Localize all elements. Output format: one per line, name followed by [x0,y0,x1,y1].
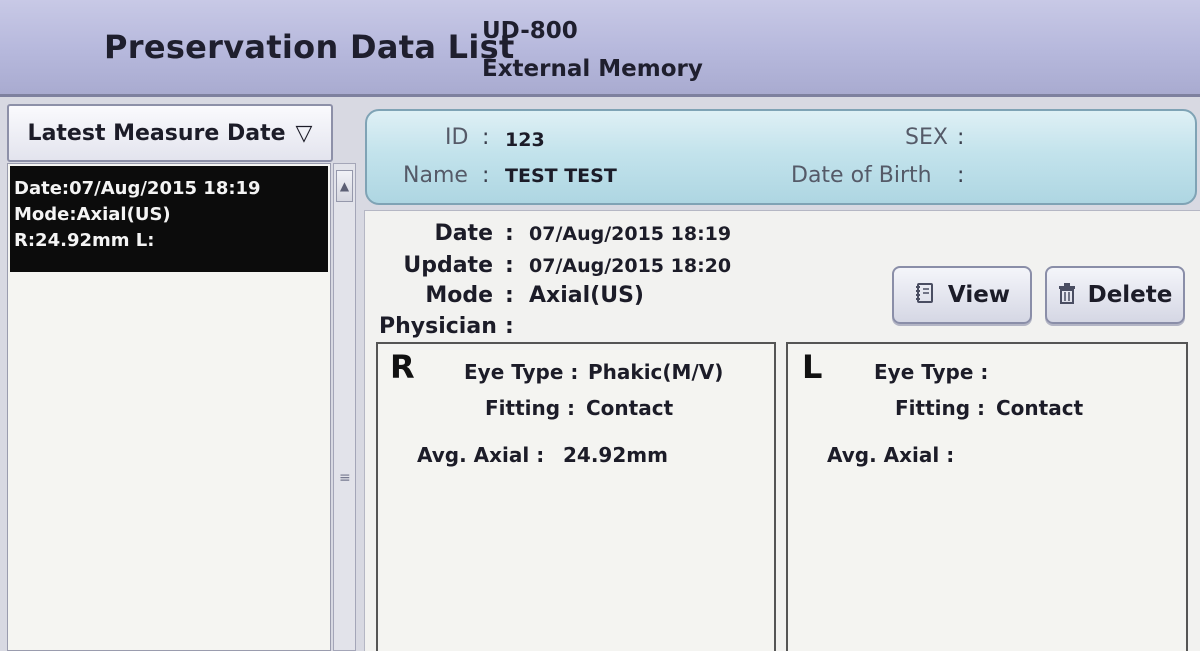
date-label: Date [434,221,493,246]
trash-icon [1058,282,1076,309]
mode-label: Mode [425,283,493,308]
delete-button[interactable]: Delete [1045,266,1185,324]
left-eye-panel: L Eye Type : Fitting : Contact Avg. Axia… [786,342,1188,651]
right-eye-type-value: Phakic(M/V) [588,360,724,384]
left-axial-label: Avg. Axial : [827,443,955,467]
scroll-up-icon[interactable]: ▲ [336,170,353,202]
physician-colon: : [505,314,514,339]
dropdown-arrow-icon: ▽ [295,120,313,146]
list-item[interactable]: Date:07/Aug/2015 18:19 Mode:Axial(US) R:… [10,166,328,272]
sort-label: Latest Measure Date [27,120,286,146]
update-value: 07/Aug/2015 18:20 [529,255,732,277]
record-list: Date:07/Aug/2015 18:19 Mode:Axial(US) R:… [7,163,331,651]
right-axial-value: 24.92mm [563,443,668,467]
list-scrollbar[interactable]: ▲ ≡ [333,163,356,651]
sex-colon: : [957,125,965,150]
view-button[interactable]: View [892,266,1032,324]
mode-colon: : [505,283,514,308]
right-fitting-value: Contact [586,396,674,420]
id-colon: : [482,125,490,150]
left-eye-type-label: Eye Type : [874,360,989,384]
name-value: TEST TEST [505,165,617,187]
sort-dropdown[interactable]: Latest Measure Date ▽ [7,104,333,162]
right-eye-letter: R [390,348,415,386]
right-fitting-label: Fitting : [485,396,576,420]
id-value: 123 [505,129,545,151]
left-fitting-value: Contact [996,396,1084,420]
list-item-values: R:24.92mm L: [14,230,155,251]
dob-colon: : [957,163,965,188]
left-fitting-label: Fitting : [895,396,986,420]
update-colon: : [505,253,514,278]
left-eye-letter: L [802,348,823,386]
storage-location: External Memory [482,56,703,82]
physician-label: Physician [379,314,497,339]
date-value: 07/Aug/2015 18:19 [529,223,732,245]
name-colon: : [482,163,490,188]
scroll-grip-icon[interactable]: ≡ [339,471,351,500]
device-model: UD-800 [482,18,578,44]
update-label: Update [403,253,493,278]
delete-button-label: Delete [1087,282,1173,308]
id-label: ID [445,125,469,150]
sex-label: SEX [905,125,948,150]
title-bar: Preservation Data List UD-800 External M… [0,0,1200,97]
page-title: Preservation Data List [104,28,515,66]
name-label: Name [403,163,468,188]
list-item-date: Date:07/Aug/2015 18:19 [14,178,261,199]
view-button-label: View [947,282,1011,308]
list-item-mode: Mode:Axial(US) [14,204,171,225]
right-eye-type-label: Eye Type : [464,360,579,384]
right-eye-panel: R Eye Type : Phakic(M/V) Fitting : Conta… [376,342,776,651]
patient-info-bar: ID : 123 Name : TEST TEST SEX : Date of … [365,109,1197,205]
date-colon: : [505,221,514,246]
dob-label: Date of Birth [791,163,932,188]
book-icon [914,282,936,309]
right-axial-label: Avg. Axial : [417,443,545,467]
mode-value: Axial(US) [529,283,644,308]
